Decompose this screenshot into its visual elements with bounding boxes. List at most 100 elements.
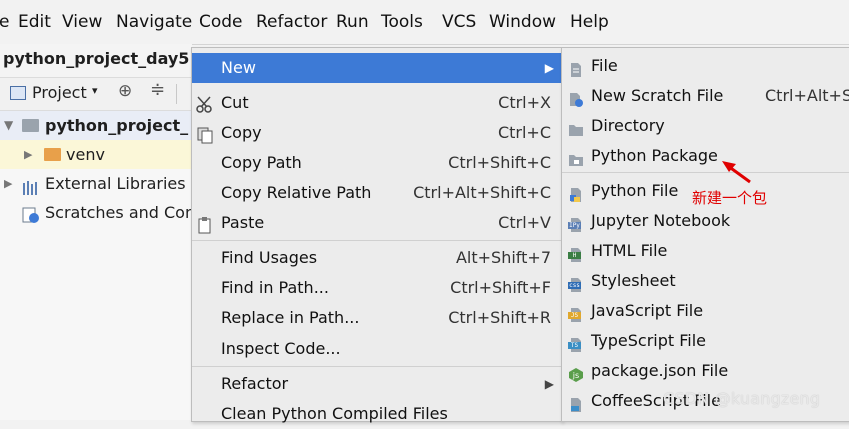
tree-root-label: python_project_ — [45, 116, 189, 135]
menu-item-paste[interactable]: Paste Ctrl+V — [192, 208, 562, 238]
breadcrumb-project[interactable]: python_project_day5 — [3, 49, 189, 68]
submenu-item-javascript-file[interactable]: JS JavaScript File — [562, 296, 849, 326]
menu-item-find-usages[interactable]: Find Usages Alt+Shift+7 — [192, 243, 562, 273]
menu-item-copy-relative-path[interactable]: Copy Relative Path Ctrl+Alt+Shift+C — [192, 178, 562, 208]
menu-separator — [192, 366, 562, 367]
menu-refactor[interactable]: Refactor — [256, 11, 327, 33]
chevron-down-icon: ▾ — [92, 84, 98, 97]
submenu-item-file[interactable]: File — [562, 51, 849, 81]
menu-item-new[interactable]: New ▶ — [192, 53, 562, 83]
menu-item-refactor[interactable]: Refactor ▶ — [192, 369, 562, 399]
submenu-item-python-package[interactable]: Python Package — [562, 141, 849, 171]
menu-item-replace-in-path[interactable]: Replace in Path... Ctrl+Shift+R — [192, 303, 562, 333]
folder-icon — [568, 118, 584, 136]
menu-file[interactable]: e — [0, 11, 9, 33]
submenu-item-html-file-label: HTML File — [591, 241, 668, 260]
menu-view[interactable]: View — [62, 11, 102, 33]
submenu-item-package-json-file[interactable]: js package.json File — [562, 356, 849, 386]
project-toolbar: Project ▾ ⊕ ≑ — [0, 78, 192, 111]
menu-item-inspect-code[interactable]: Inspect Code... — [192, 334, 562, 364]
css-icon: css — [568, 273, 584, 292]
annotation-text: 新建一个包 — [692, 189, 768, 207]
project-view-icon — [10, 86, 26, 100]
submenu-item-jupyter-notebook[interactable]: IPy Jupyter Notebook — [562, 206, 849, 236]
menu-item-copy[interactable]: Copy Ctrl+C — [192, 118, 562, 148]
submenu-item-new-scratch-file-label: New Scratch File — [591, 86, 724, 105]
html-icon: H — [568, 243, 584, 262]
menu-item-copy-relative-path-label: Copy Relative Path — [221, 183, 372, 202]
menu-item-replace-in-path-label: Replace in Path... — [221, 308, 360, 327]
tree-venv-label: venv — [66, 145, 105, 164]
menu-help[interactable]: Help — [570, 11, 609, 33]
menu-item-replace-in-path-shortcut: Ctrl+Shift+R — [448, 308, 551, 327]
menu-item-clean-compiled-label: Clean Python Compiled Files — [221, 404, 448, 423]
breadcrumb: python_project_day5 — [0, 44, 192, 78]
jupyter-icon: IPy — [568, 213, 584, 232]
menu-item-cut-shortcut: Ctrl+X — [498, 93, 551, 112]
scissors-icon — [196, 94, 214, 113]
menu-item-find-in-path[interactable]: Find in Path... Ctrl+Shift+F — [192, 273, 562, 303]
coffeescript-icon — [568, 393, 584, 412]
toolbar-divider — [176, 84, 177, 104]
collapse-icon[interactable]: ≑ — [150, 79, 165, 100]
chevron-right-icon[interactable]: ▶ — [4, 169, 12, 198]
menu-item-copy-shortcut: Ctrl+C — [497, 123, 551, 142]
ts-icon: TS — [568, 333, 584, 352]
submenu-item-stylesheet[interactable]: css Stylesheet — [562, 266, 849, 296]
tree-row-scratches[interactable]: Scratches and Con — [0, 198, 192, 227]
menu-item-paste-shortcut: Ctrl+V — [498, 213, 551, 232]
submenu-item-typescript-file-label: TypeScript File — [591, 331, 707, 350]
submenu-item-typescript-file[interactable]: TS TypeScript File — [562, 326, 849, 356]
submenu-item-javascript-file-label: JavaScript File — [591, 301, 704, 320]
chevron-down-icon[interactable]: ▼ — [4, 111, 13, 140]
paste-icon — [196, 214, 214, 234]
project-view-dropdown[interactable]: Project — [32, 83, 87, 102]
context-menu: New ▶ Cut Ctrl+X Copy Ctrl+C Copy Path C… — [191, 47, 563, 423]
menu-vcs[interactable]: VCS — [442, 11, 476, 33]
new-submenu: File New Scratch File Ctrl+Alt+S Directo… — [561, 47, 849, 422]
library-icon — [22, 176, 40, 195]
submenu-item-directory[interactable]: Directory — [562, 111, 849, 141]
file-icon — [568, 58, 584, 77]
tree-row-root[interactable]: ▼ python_project_ — [0, 111, 192, 140]
scratch-file-icon — [568, 88, 584, 107]
chevron-right-icon: ▶ — [544, 377, 554, 391]
menu-item-copy-path-shortcut: Ctrl+Shift+C — [448, 153, 551, 172]
locate-icon[interactable]: ⊕ — [118, 81, 132, 101]
menu-item-paste-label: Paste — [221, 213, 265, 232]
tree-row-external-libraries[interactable]: ▶ External Libraries — [0, 169, 192, 198]
menu-item-copy-path[interactable]: Copy Path Ctrl+Shift+C — [192, 148, 562, 178]
menu-run[interactable]: Run — [336, 11, 369, 33]
chevron-right-icon: ▶ — [544, 61, 554, 75]
submenu-item-python-file-label: Python File — [591, 181, 679, 200]
folder-icon — [22, 119, 39, 132]
menu-separator — [192, 240, 562, 241]
menu-navigate[interactable]: Navigate — [116, 11, 192, 33]
menu-window[interactable]: Window — [489, 11, 556, 33]
red-arrow-icon — [722, 161, 751, 184]
menu-item-new-label: New — [221, 58, 256, 77]
submenu-item-new-scratch-file[interactable]: New Scratch File Ctrl+Alt+S — [562, 81, 849, 111]
submenu-item-new-scratch-file-shortcut: Ctrl+Alt+S — [765, 86, 849, 105]
menu-item-find-usages-shortcut: Alt+Shift+7 — [455, 248, 551, 267]
chevron-right-icon[interactable]: ▶ — [24, 140, 32, 169]
copy-icon — [196, 124, 214, 144]
menu-item-cut[interactable]: Cut Ctrl+X — [192, 88, 562, 118]
menu-item-refactor-label: Refactor — [221, 374, 289, 393]
menu-edit[interactable]: Edit — [18, 11, 51, 33]
menu-item-clean-compiled[interactable]: Clean Python Compiled Files — [192, 399, 562, 429]
menu-code[interactable]: Code — [199, 11, 243, 33]
watermark: CSDN @kuangzeng — [663, 389, 821, 408]
package-json-icon: js — [568, 363, 584, 382]
menu-item-find-in-path-label: Find in Path... — [221, 278, 329, 297]
submenu-item-stylesheet-label: Stylesheet — [591, 271, 676, 290]
menu-item-inspect-code-label: Inspect Code... — [221, 339, 341, 358]
submenu-item-package-json-file-label: package.json File — [591, 361, 729, 380]
tree-row-venv[interactable]: ▶ venv — [0, 140, 192, 169]
submenu-item-html-file[interactable]: H HTML File — [562, 236, 849, 266]
folder-icon — [44, 148, 61, 161]
submenu-item-file-label: File — [591, 56, 618, 75]
menu-item-cut-label: Cut — [221, 93, 249, 112]
menu-tools[interactable]: Tools — [381, 11, 423, 33]
menu-item-copy-label: Copy — [221, 123, 262, 142]
